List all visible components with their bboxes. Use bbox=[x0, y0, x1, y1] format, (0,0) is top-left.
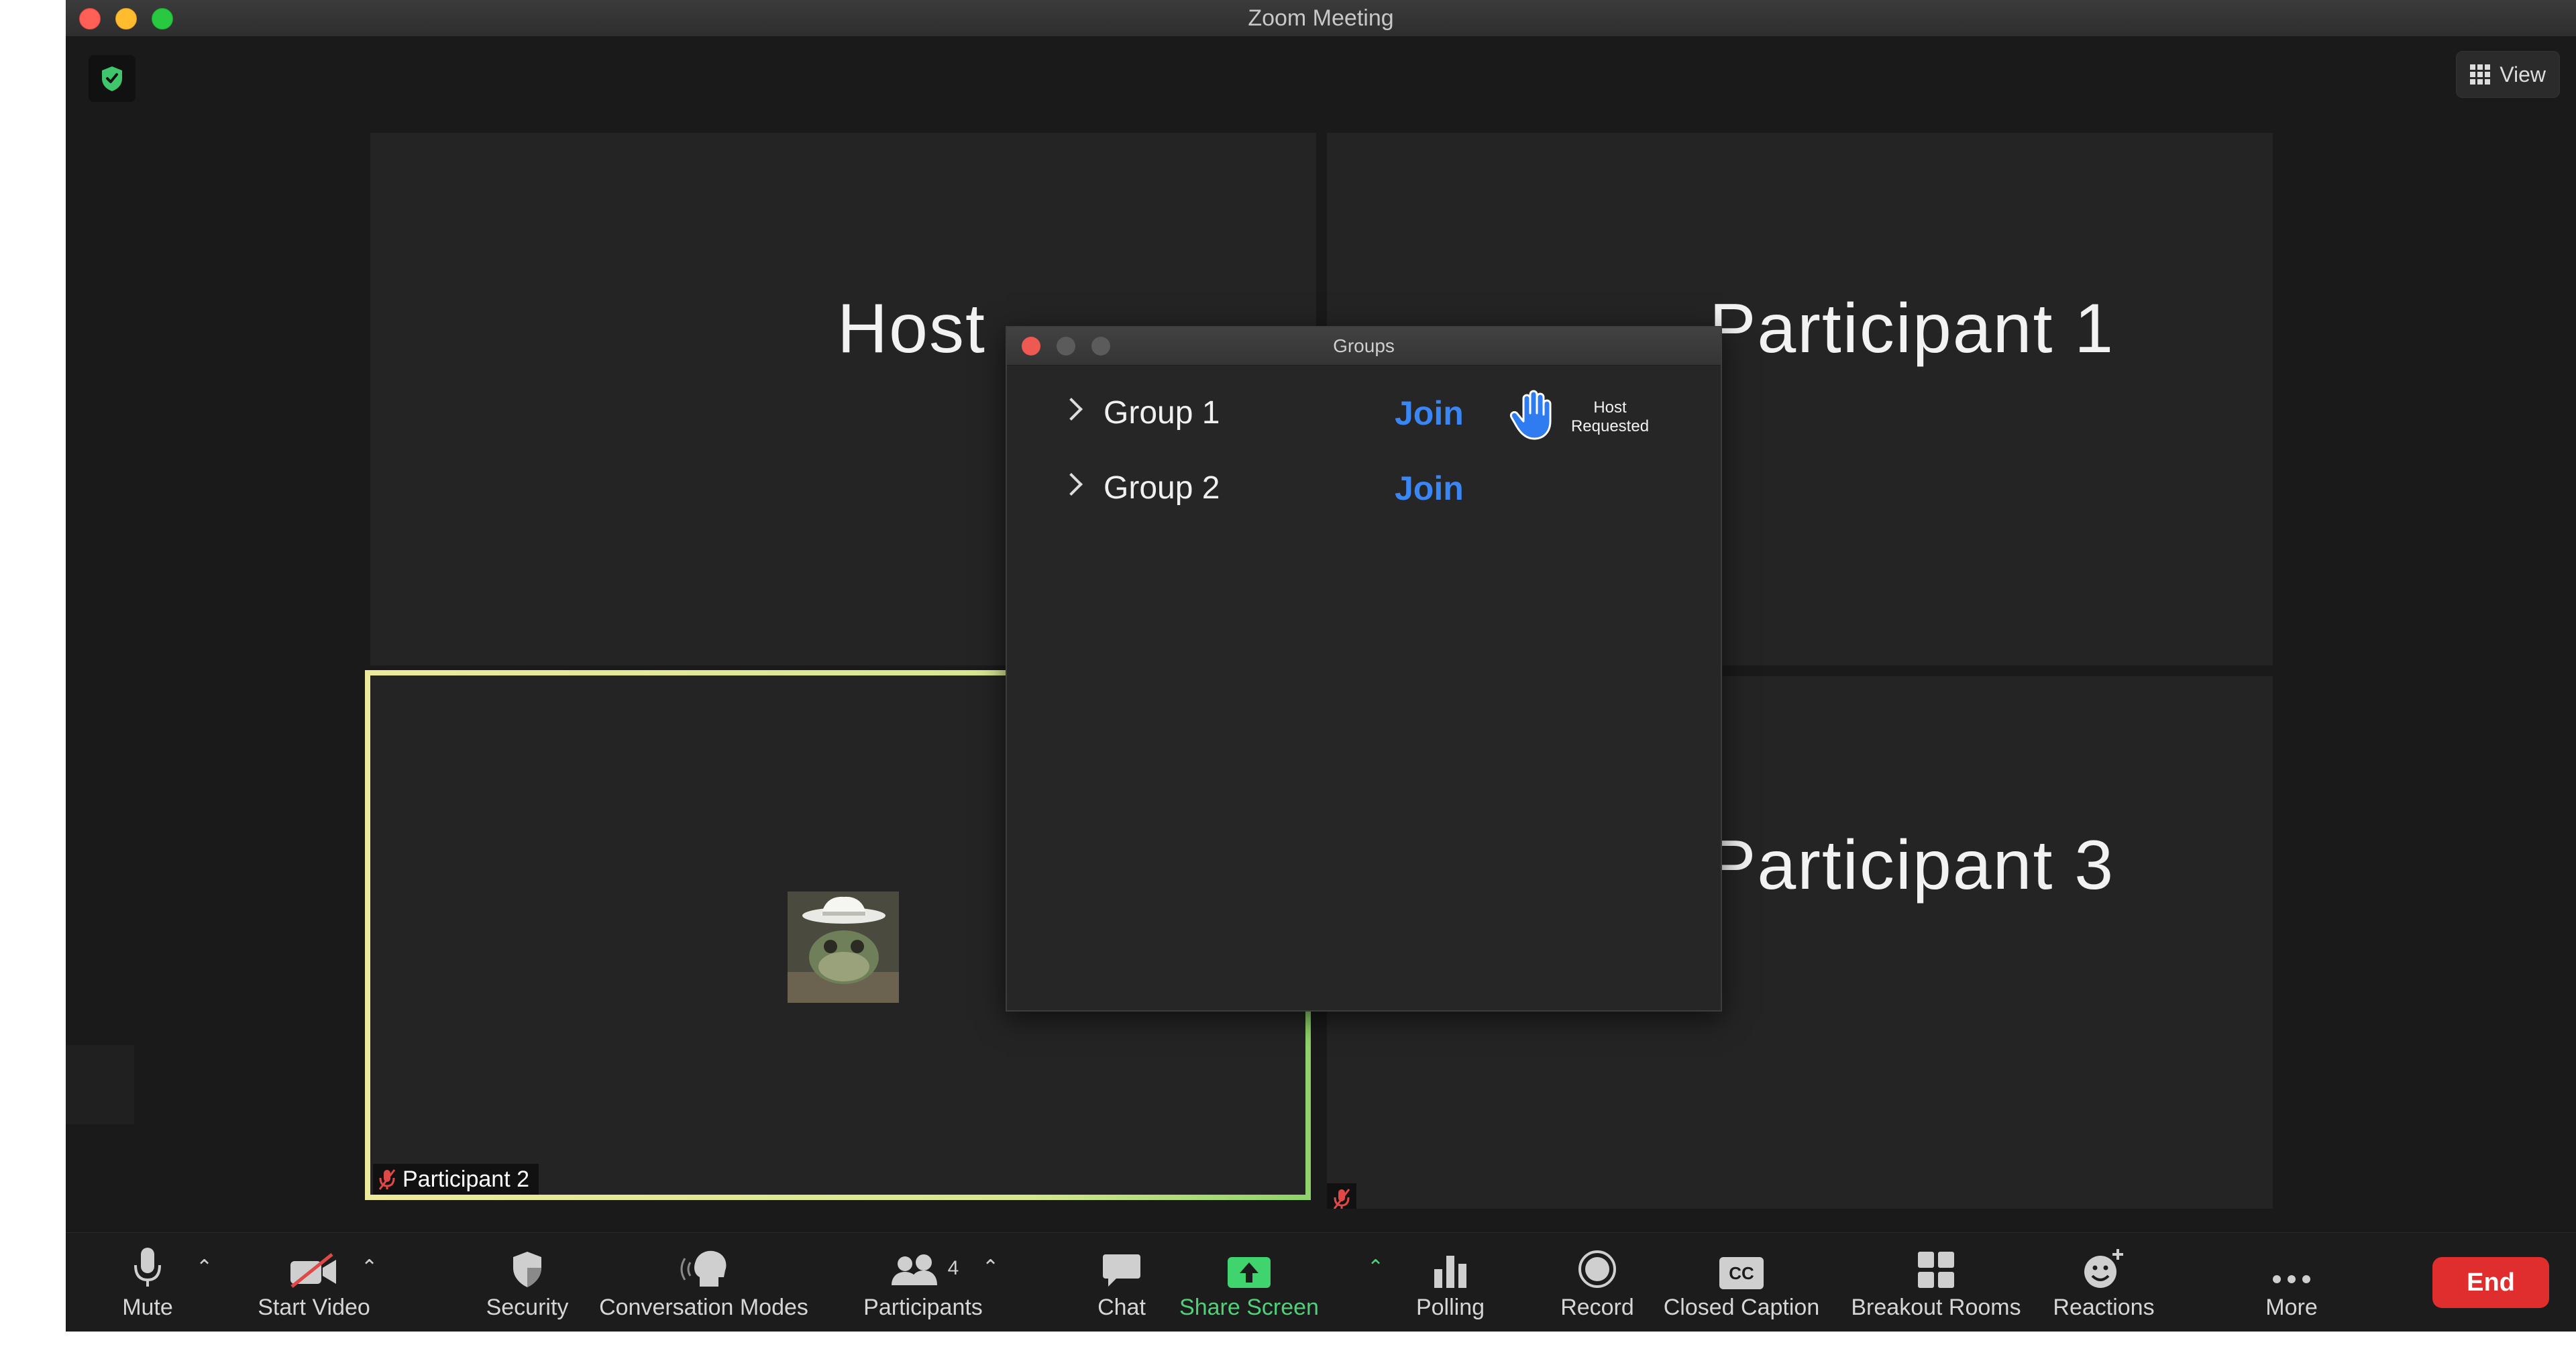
groups-dialog: Groups Group 1 Join Host Requested Group… bbox=[1006, 326, 1722, 1012]
record-button[interactable]: Record bbox=[1554, 1233, 1641, 1332]
polling-button[interactable]: Polling bbox=[1410, 1233, 1491, 1332]
video-off-icon bbox=[288, 1233, 340, 1289]
smiley-plus-icon bbox=[2082, 1233, 2126, 1289]
participants-icon: 4 bbox=[888, 1233, 959, 1289]
security-label: Security bbox=[486, 1295, 569, 1320]
closed-caption-icon: CC bbox=[1719, 1233, 1764, 1289]
cc-badge: CC bbox=[1719, 1257, 1764, 1289]
chevron-right-icon[interactable] bbox=[1060, 398, 1083, 421]
mute-button[interactable]: Mute bbox=[114, 1233, 181, 1332]
share-options-chevron-up-icon[interactable]: ⌃ bbox=[1367, 1256, 1384, 1279]
host-requested-status: Host Requested bbox=[1570, 398, 1650, 435]
closed-caption-label: Closed Caption bbox=[1663, 1295, 1820, 1320]
join-group-2-button[interactable]: Join bbox=[1395, 462, 1464, 515]
more-button[interactable]: More bbox=[2258, 1233, 2325, 1332]
mute-label: Mute bbox=[122, 1295, 173, 1320]
speaking-head-icon bbox=[677, 1233, 731, 1289]
breakout-rooms-label: Breakout Rooms bbox=[1851, 1295, 2021, 1320]
meeting-toolbar: Mute ⌃ Start Video ⌃ Security Conversati… bbox=[66, 1232, 2576, 1332]
bar-chart-icon bbox=[1432, 1233, 1469, 1289]
join-group-1-button[interactable]: Join bbox=[1395, 386, 1464, 440]
audio-options-chevron-up-icon[interactable]: ⌃ bbox=[196, 1256, 213, 1279]
group-name: Group 2 bbox=[1104, 470, 1220, 506]
more-label: More bbox=[2265, 1295, 2318, 1320]
meeting-area: View Host Participant 1 Participant 2 Pa… bbox=[66, 36, 2576, 1232]
chat-bubble-icon bbox=[1102, 1233, 1142, 1289]
participants-count: 4 bbox=[947, 1257, 959, 1279]
share-screen-icon bbox=[1226, 1233, 1272, 1289]
raised-hand-icon bbox=[1506, 388, 1560, 445]
reactions-button[interactable]: Reactions bbox=[2050, 1233, 2157, 1332]
muted-mic-icon bbox=[1327, 1183, 1356, 1209]
microphone-icon bbox=[133, 1233, 162, 1289]
record-label: Record bbox=[1560, 1295, 1634, 1320]
participants-options-chevron-up-icon[interactable]: ⌃ bbox=[982, 1256, 999, 1279]
participants-label: Participants bbox=[863, 1295, 983, 1320]
conversation-modes-button[interactable]: Conversation Modes bbox=[593, 1233, 814, 1332]
groups-dialog-title-bar: Groups bbox=[1007, 327, 1721, 366]
groups-dialog-title: Groups bbox=[1333, 335, 1395, 356]
side-panel-stub bbox=[66, 1045, 134, 1124]
zoom-window: Zoom Meeting View Host Participant 1 Par… bbox=[66, 0, 2576, 1332]
video-options-chevron-up-icon[interactable]: ⌃ bbox=[361, 1256, 378, 1279]
participant-name-tag: Participant 2 bbox=[373, 1164, 539, 1195]
security-button[interactable]: Security bbox=[467, 1233, 588, 1332]
avatar bbox=[788, 891, 899, 1003]
muted-mic-icon bbox=[378, 1169, 396, 1190]
shield-icon bbox=[511, 1233, 544, 1289]
chat-button[interactable]: Chat bbox=[1088, 1233, 1155, 1332]
chat-label: Chat bbox=[1097, 1295, 1146, 1320]
breakout-rooms-icon bbox=[1917, 1233, 1955, 1289]
conversation-modes-label: Conversation Modes bbox=[599, 1295, 808, 1320]
view-label: View bbox=[2500, 62, 2546, 87]
record-icon bbox=[1577, 1233, 1617, 1289]
participant-2-name: Participant 2 bbox=[402, 1166, 529, 1192]
closed-caption-button[interactable]: CC Closed Caption bbox=[1654, 1233, 1829, 1332]
breakout-rooms-button[interactable]: Breakout Rooms bbox=[1849, 1233, 2023, 1332]
view-button[interactable]: View bbox=[2456, 51, 2560, 98]
polling-label: Polling bbox=[1415, 1295, 1485, 1320]
group-row-1: Group 1 Join Host Requested bbox=[1007, 386, 1721, 440]
reactions-label: Reactions bbox=[2053, 1295, 2155, 1320]
end-meeting-button[interactable]: End bbox=[2432, 1257, 2549, 1308]
share-screen-label: Share Screen bbox=[1179, 1295, 1319, 1320]
start-video-label: Start Video bbox=[258, 1295, 370, 1320]
title-bar: Zoom Meeting bbox=[66, 0, 2576, 37]
group-row-2: Group 2 Join bbox=[1007, 462, 1721, 515]
encryption-shield-icon[interactable] bbox=[89, 55, 136, 102]
participants-button[interactable]: 4 Participants bbox=[849, 1233, 997, 1332]
more-dots-icon bbox=[2271, 1233, 2312, 1289]
chevron-right-icon[interactable] bbox=[1060, 473, 1083, 496]
window-title: Zoom Meeting bbox=[1248, 5, 1394, 31]
group-name: Group 1 bbox=[1104, 395, 1220, 431]
grid-view-icon bbox=[2470, 64, 2491, 85]
share-screen-button[interactable]: Share Screen bbox=[1174, 1233, 1324, 1332]
start-video-button[interactable]: Start Video bbox=[247, 1233, 381, 1332]
